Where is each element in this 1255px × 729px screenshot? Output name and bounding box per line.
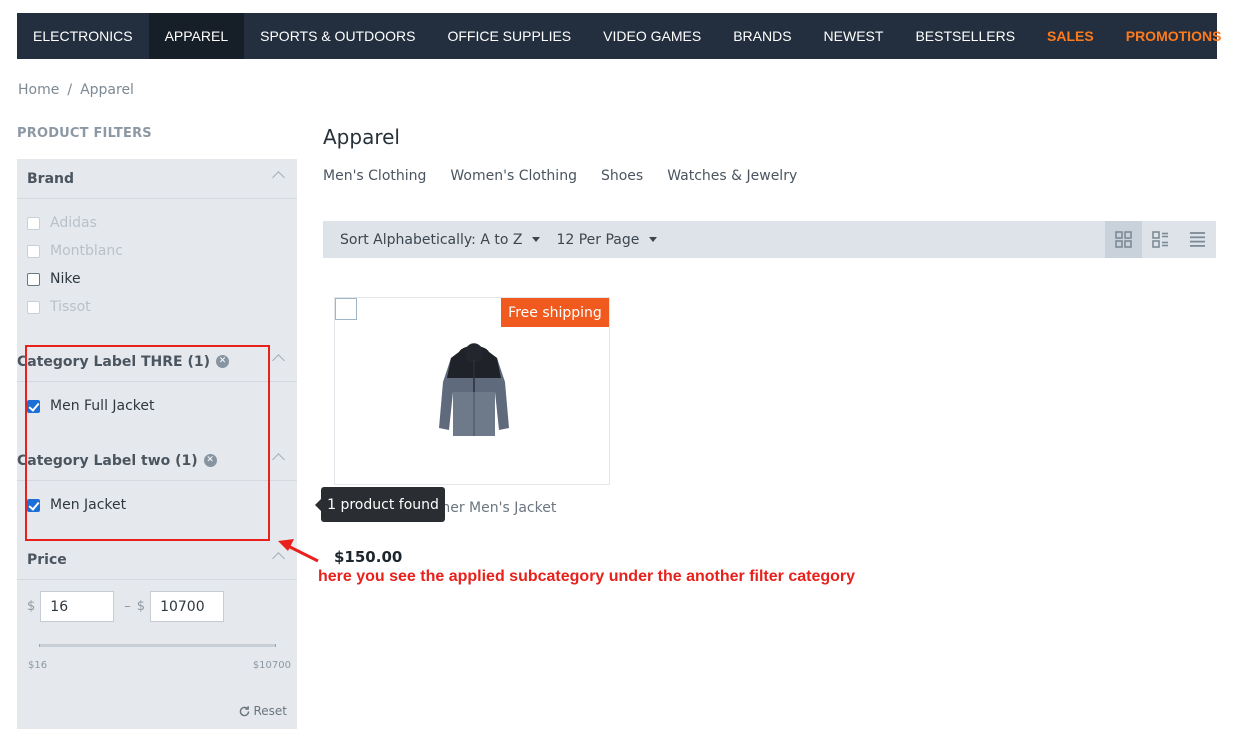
brand-filter-header[interactable]: Brand (17, 159, 297, 199)
compare-checkbox[interactable] (335, 298, 357, 320)
list-grid-icon (1152, 231, 1168, 248)
brand-option-adidas: Adidas (27, 215, 97, 231)
slider-min-label: $16 (28, 660, 48, 671)
list-grid-view-button[interactable] (1142, 221, 1179, 258)
list-view-button[interactable] (1179, 221, 1216, 258)
category-two-filter-header[interactable]: Category Label two (1) ✕ (17, 441, 297, 481)
page-title: Apparel (323, 125, 400, 149)
brand-option-label: Adidas (50, 215, 97, 231)
price-min-input[interactable] (40, 591, 115, 622)
checkbox (27, 300, 40, 314)
filter-sidebar: Brand Adidas Montblanc Nike Tissot Categ… (17, 159, 297, 729)
chevron-up-icon[interactable] (272, 354, 285, 367)
sort-dropdown[interactable]: Sort Alphabetically: A to Z (340, 231, 541, 248)
brand-option-label: Nike (50, 271, 81, 287)
clear-filter-icon[interactable]: ✕ (216, 355, 230, 368)
brand-option-nike[interactable]: Nike (27, 271, 81, 287)
checkbox[interactable] (27, 272, 40, 286)
breadcrumb-separator: / (67, 82, 73, 98)
subcategory-links: Men's Clothing Women's Clothing Shoes Wa… (323, 168, 797, 184)
annotation-arrow (278, 539, 319, 563)
nav-item-bestsellers[interactable]: BESTSELLERS (899, 13, 1031, 59)
sort-label: Sort Alphabetically: A to Z (340, 231, 523, 248)
breadcrumb: Home / Apparel (18, 82, 134, 98)
grid-icon (1115, 231, 1132, 248)
brand-option-montblanc: Montblanc (27, 243, 123, 259)
per-page-label: 12 Per Page (556, 231, 640, 248)
nav-item-sales[interactable]: SALES (1031, 13, 1110, 59)
price-range-slider[interactable] (39, 644, 276, 647)
nav-item-electronics[interactable]: ELECTRONICS (17, 13, 149, 59)
subcategory-watches-jewelry[interactable]: Watches & Jewelry (667, 168, 797, 184)
reset-button[interactable]: Reset (238, 704, 287, 718)
breadcrumb-current: Apparel (80, 82, 134, 98)
clear-filter-icon[interactable]: ✕ (203, 454, 217, 467)
category-option-men-jacket[interactable]: Men Jacket (27, 497, 126, 513)
price-separator: – (124, 599, 131, 614)
category-option-label: Men Jacket (50, 497, 127, 513)
nav-item-sports-outdoors[interactable]: SPORTS & OUTDOORS (244, 13, 431, 59)
brand-option-label: Montblanc (50, 243, 123, 259)
caret-down-icon (532, 237, 541, 242)
category-option-label: Men Full Jacket (50, 398, 155, 414)
nav-item-office-supplies[interactable]: OFFICE SUPPLIES (431, 13, 587, 59)
list-icon (1190, 232, 1205, 247)
category-three-filter-header[interactable]: Category Label THRE (1) ✕ (17, 342, 297, 382)
category-three-filter-title: Category Label THRE (1) (17, 353, 211, 370)
free-shipping-badge: Free shipping (501, 298, 609, 327)
subcategory-mens-clothing[interactable]: Men's Clothing (323, 168, 426, 184)
price-filter-title: Price (27, 551, 67, 568)
category-option-men-full-jacket[interactable]: Men Full Jacket (27, 398, 155, 414)
brand-filter-title: Brand (27, 170, 75, 187)
checkbox-checked[interactable] (27, 498, 40, 512)
currency-symbol: $ (136, 599, 146, 614)
nav-item-newest[interactable]: NEWEST (808, 13, 900, 59)
nav-item-brands[interactable]: BRANDS (717, 13, 807, 59)
checkbox (27, 216, 40, 230)
per-page-dropdown[interactable]: 12 Per Page (556, 231, 658, 248)
jacket-image (439, 343, 509, 436)
reset-label: Reset (253, 704, 287, 718)
brand-option-tissot: Tissot (27, 299, 91, 315)
products-found-tooltip: 1 product found (315, 487, 445, 522)
product-card[interactable]: Free shipping (334, 297, 610, 485)
grid-view-button[interactable] (1105, 221, 1142, 258)
nav-item-promotions[interactable]: PROMOTIONS (1110, 13, 1238, 59)
price-filter-header[interactable]: Price (17, 540, 297, 580)
checkbox-checked[interactable] (27, 399, 40, 413)
refresh-icon (240, 705, 250, 716)
view-mode-toggle (1105, 221, 1216, 258)
chevron-up-icon[interactable] (272, 171, 285, 184)
product-price: $150.00 (334, 548, 403, 566)
caret-down-icon (649, 237, 658, 242)
subcategory-shoes[interactable]: Shoes (601, 168, 643, 184)
slider-max-label: $10700 (252, 660, 291, 671)
price-range-inputs: $ – $ (27, 591, 225, 622)
currency-symbol: $ (27, 599, 36, 614)
price-max-input[interactable] (150, 591, 225, 622)
nav-item-apparel[interactable]: APPAREL (148, 13, 245, 59)
sort-toolbar: Sort Alphabetically: A to Z 12 Per Page (323, 221, 1216, 258)
product-filters-title: PRODUCT FILTERS (17, 126, 152, 141)
top-navigation: ELECTRONICS APPAREL SPORTS & OUTDOORS OF… (17, 13, 1221, 59)
chevron-up-icon[interactable] (272, 453, 285, 466)
nav-item-video-games[interactable]: VIDEO GAMES (587, 13, 717, 59)
breadcrumb-home-link[interactable]: Home (18, 82, 59, 98)
brand-option-label: Tissot (50, 299, 91, 315)
annotation-note: here you see the applied subcategory und… (318, 568, 856, 585)
subcategory-womens-clothing[interactable]: Women's Clothing (450, 168, 577, 184)
category-two-filter-title: Category Label two (1) (17, 452, 198, 469)
checkbox (27, 244, 40, 258)
